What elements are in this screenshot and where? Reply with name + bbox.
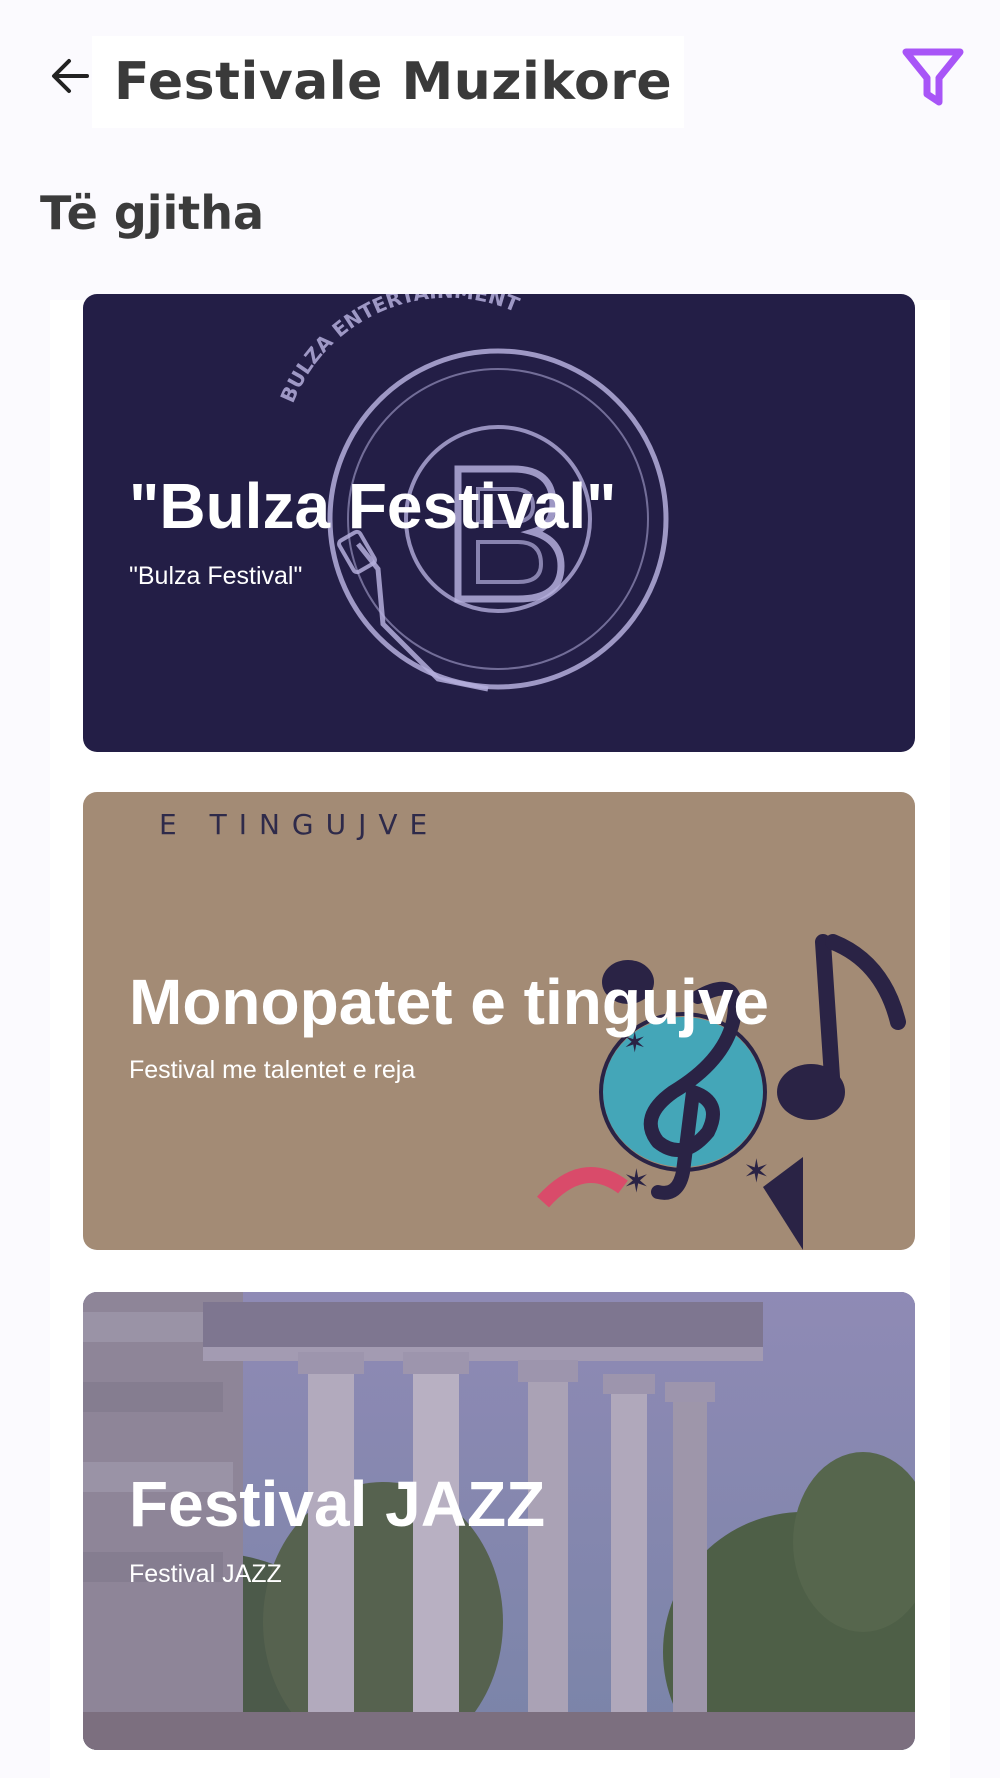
page-title-container: Festivale Muzikore xyxy=(92,36,684,128)
arrow-left-icon xyxy=(52,59,89,93)
festival-title: Monopatet e tingujve xyxy=(129,966,769,1038)
festival-subtitle: Festival JAZZ xyxy=(129,1560,282,1588)
svg-text:✶: ✶ xyxy=(743,1152,770,1190)
festival-title: Festival JAZZ xyxy=(129,1468,546,1540)
festival-subtitle: Festival me talentet e reja xyxy=(129,1056,416,1084)
page-title: Festivale Muzikore xyxy=(114,52,673,112)
svg-text:✶: ✶ xyxy=(623,1162,650,1200)
app-header: Festivale Muzikore xyxy=(0,0,1000,150)
festival-title: "Bulza Festival" xyxy=(129,470,617,542)
filter-icon xyxy=(902,48,964,106)
festival-card-bulza[interactable]: BULZA ENTERTAINMENT "Bulza Festival" "Bu… xyxy=(83,294,915,752)
section-title: Të gjitha xyxy=(40,186,265,240)
banner-text: E TINGUJVE xyxy=(159,808,440,841)
festival-card-jazz[interactable]: Festival JAZZ Festival JAZZ xyxy=(83,1292,915,1750)
festival-subtitle: "Bulza Festival" xyxy=(129,562,303,590)
festival-card-monopatet[interactable]: ✶ ✶ ✶ E TINGUJVE Monopatet e tingujve Fe… xyxy=(83,792,915,1250)
back-button[interactable] xyxy=(42,48,98,104)
filter-button[interactable] xyxy=(898,42,968,112)
